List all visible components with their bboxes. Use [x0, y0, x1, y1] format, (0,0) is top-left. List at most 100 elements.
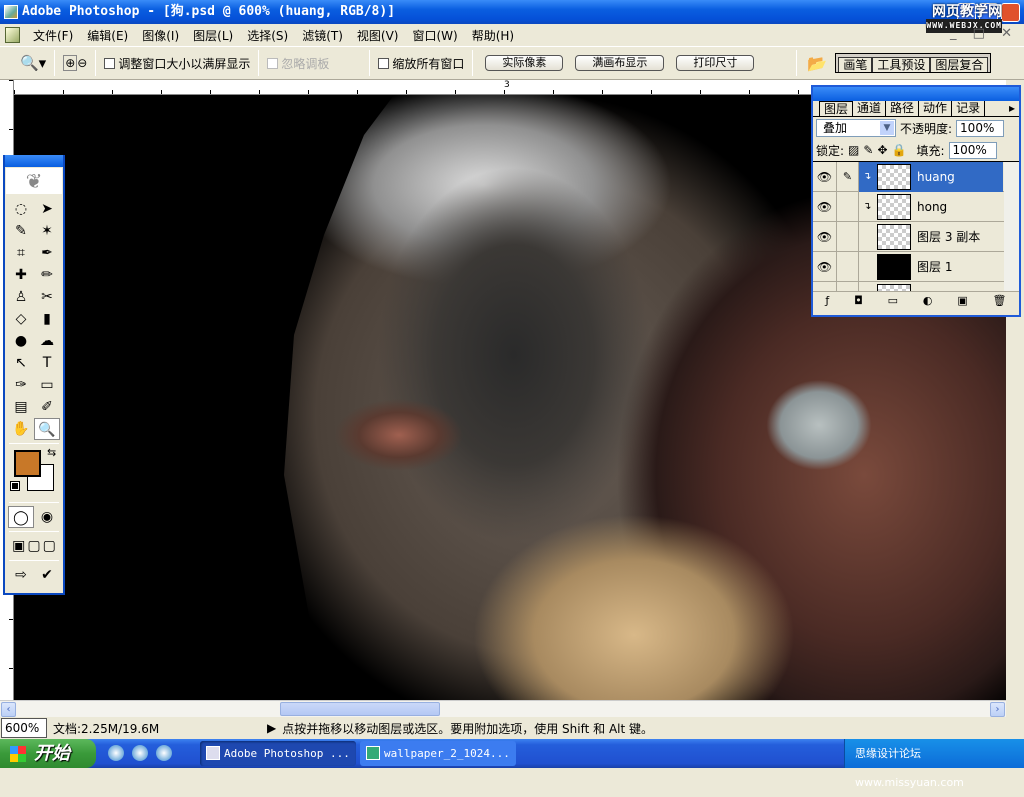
layers-scrollbar[interactable] [1004, 162, 1019, 291]
foreground-color[interactable] [14, 450, 41, 477]
visibility-eye-icon[interactable]: 👁 [813, 251, 837, 282]
tool-14-icon[interactable]: ↖ [8, 352, 34, 374]
zoom-all-windows-checkbox[interactable]: 缩放所有窗口 [378, 55, 464, 72]
menu-window[interactable]: 窗口(W) [405, 27, 464, 44]
file-browser-icon[interactable]: 📂 [807, 54, 827, 73]
delete-layer-icon[interactable]: 🗑 [993, 294, 1007, 307]
layer-style-icon[interactable]: ƒ [825, 294, 829, 307]
tool-19-icon[interactable]: ✐ [34, 396, 60, 418]
well-tab-layer-comps[interactable]: 图层复合 [930, 57, 989, 72]
opacity-field[interactable]: 100% [956, 119, 1005, 137]
link-slot[interactable] [837, 221, 859, 252]
link-slot[interactable] [837, 191, 859, 222]
tool-10-icon[interactable]: ◇ [8, 308, 34, 330]
menu-select[interactable]: 选择(S) [240, 27, 295, 44]
adjustment-layer-icon[interactable]: ◐ [923, 294, 933, 307]
tool-0-icon[interactable]: ◌ [8, 198, 34, 220]
close-button[interactable] [1001, 3, 1020, 22]
tool-8-icon[interactable]: ♙ [8, 286, 34, 308]
layer-row[interactable]: 👁 图层 1 [813, 251, 1019, 282]
tool-3-icon[interactable]: ✶ [34, 220, 60, 242]
tool-4-icon[interactable]: ⌗ [8, 242, 34, 264]
lock-image-icon[interactable]: ✎ [863, 143, 873, 157]
tool-20-icon[interactable]: ✋ [8, 418, 34, 440]
feather-logo-icon[interactable]: ❦ [6, 168, 62, 194]
zoom-in-icon[interactable]: ⊕ [63, 55, 78, 71]
media-player-icon[interactable] [156, 745, 172, 761]
start-button[interactable]: 开始 [0, 739, 96, 768]
task-photoshop[interactable]: Adobe Photoshop ... [200, 741, 356, 766]
well-tab-brushes[interactable]: 画笔 [838, 57, 873, 72]
fit-screen-button[interactable]: 满画布显示 [575, 55, 665, 71]
tool-12-icon[interactable]: ● [8, 330, 34, 352]
tool-21-icon[interactable]: 🔍 [34, 418, 60, 440]
menu-file[interactable]: 文件(F) [26, 27, 80, 44]
tool-2-icon[interactable]: ✎ [8, 220, 34, 242]
menu-view[interactable]: 视图(V) [350, 27, 406, 44]
menu-layer[interactable]: 图层(L) [186, 27, 240, 44]
layer-row[interactable]: 👁 图层 2 [813, 281, 1019, 291]
swap-colors-icon[interactable]: ⇆ [47, 446, 56, 459]
scroll-thumb[interactable] [280, 702, 440, 716]
tool-9-icon[interactable]: ✂ [34, 286, 60, 308]
link-slot[interactable] [837, 251, 859, 282]
tool-1-icon[interactable]: ➤ [34, 198, 60, 220]
jump-to-imageready-icon[interactable]: ⇨ [8, 564, 34, 586]
new-group-icon[interactable]: ▭ [888, 294, 898, 307]
panel-titlebar[interactable] [813, 87, 1019, 101]
brush-icon[interactable]: ✎ [837, 162, 859, 192]
tab-actions[interactable]: 动作 [919, 101, 953, 116]
menu-edit[interactable]: 编辑(E) [80, 27, 135, 44]
lock-transparency-icon[interactable]: ▨ [848, 143, 859, 157]
blend-mode-select[interactable]: 叠加 ▼ [816, 119, 896, 137]
quickmask-mode-icon[interactable]: ◉ [34, 506, 60, 528]
new-layer-icon[interactable]: ▣ [957, 294, 967, 307]
tool-5-icon[interactable]: ✒ [34, 242, 60, 264]
panel-menu-icon[interactable]: ▸ [1005, 101, 1019, 116]
tool-18-icon[interactable]: ▤ [8, 396, 34, 418]
resize-windows-checkbox[interactable]: 调整窗口大小以满屏显示 [104, 55, 250, 72]
menu-filter[interactable]: 滤镜(T) [295, 27, 350, 44]
tool-11-icon[interactable]: ▮ [34, 308, 60, 330]
ignore-palettes-checkbox[interactable]: 忽略调板 [267, 55, 329, 72]
ie-icon[interactable] [132, 745, 148, 761]
lock-all-icon[interactable]: 🔒 [892, 143, 907, 157]
checkmark-icon[interactable]: ✔ [34, 564, 60, 586]
tool-6-icon[interactable]: ✚ [8, 264, 34, 286]
link-slot[interactable] [837, 281, 859, 291]
well-tab-tool-presets[interactable]: 工具预设 [872, 57, 931, 72]
layer-row[interactable]: 👁 ↴ hong [813, 191, 1019, 222]
toolbox-titlebar[interactable] [5, 155, 63, 167]
layer-row[interactable]: 👁 图层 3 副本 [813, 221, 1019, 252]
tool-17-icon[interactable]: ▭ [34, 374, 60, 396]
tool-13-icon[interactable]: ☁ [34, 330, 60, 352]
layer-mask-icon[interactable]: ◘ [854, 294, 863, 307]
visibility-eye-icon[interactable]: 👁 [813, 221, 837, 252]
quicklaunch-icon[interactable] [108, 745, 124, 761]
zoom-out-icon[interactable]: ⊖ [77, 56, 87, 70]
visibility-eye-icon[interactable]: 👁 [813, 162, 837, 192]
tab-layers[interactable]: 图层 [819, 101, 854, 116]
menu-help[interactable]: 帮助(H) [465, 27, 521, 44]
actual-pixels-button[interactable]: 实际像素 [485, 55, 564, 71]
lock-position-icon[interactable]: ✥ [877, 143, 887, 157]
screen-mode-standard-icon[interactable]: ▣ [12, 535, 25, 557]
scroll-right-arrow[interactable]: › [990, 702, 1005, 717]
tab-paths[interactable]: 路径 [886, 101, 920, 116]
zoom-tool-preset-icon[interactable]: 🔍▾ [20, 54, 46, 72]
visibility-eye-icon[interactable]: 👁 [813, 191, 837, 222]
print-size-button[interactable]: 打印尺寸 [676, 55, 755, 71]
tool-7-icon[interactable]: ✏ [34, 264, 60, 286]
document-size[interactable]: 文档:2.25M/19.6M [47, 720, 267, 737]
tab-channels[interactable]: 通道 [853, 101, 887, 116]
screen-mode-full-menu-icon[interactable]: ▢ [27, 535, 40, 557]
screen-mode-full-icon[interactable]: ▢ [43, 535, 56, 557]
task-wallpaper[interactable]: wallpaper_2_1024... [360, 741, 516, 766]
visibility-eye-icon[interactable]: 👁 [813, 281, 837, 291]
tab-history[interactable]: 记录 [952, 101, 986, 116]
tool-15-icon[interactable]: T [34, 352, 60, 374]
standard-mode-icon[interactable]: ◯ [8, 506, 34, 528]
menu-image[interactable]: 图像(I) [135, 27, 186, 44]
fill-field[interactable]: 100% [948, 141, 997, 159]
default-colors-icon[interactable] [10, 481, 20, 491]
